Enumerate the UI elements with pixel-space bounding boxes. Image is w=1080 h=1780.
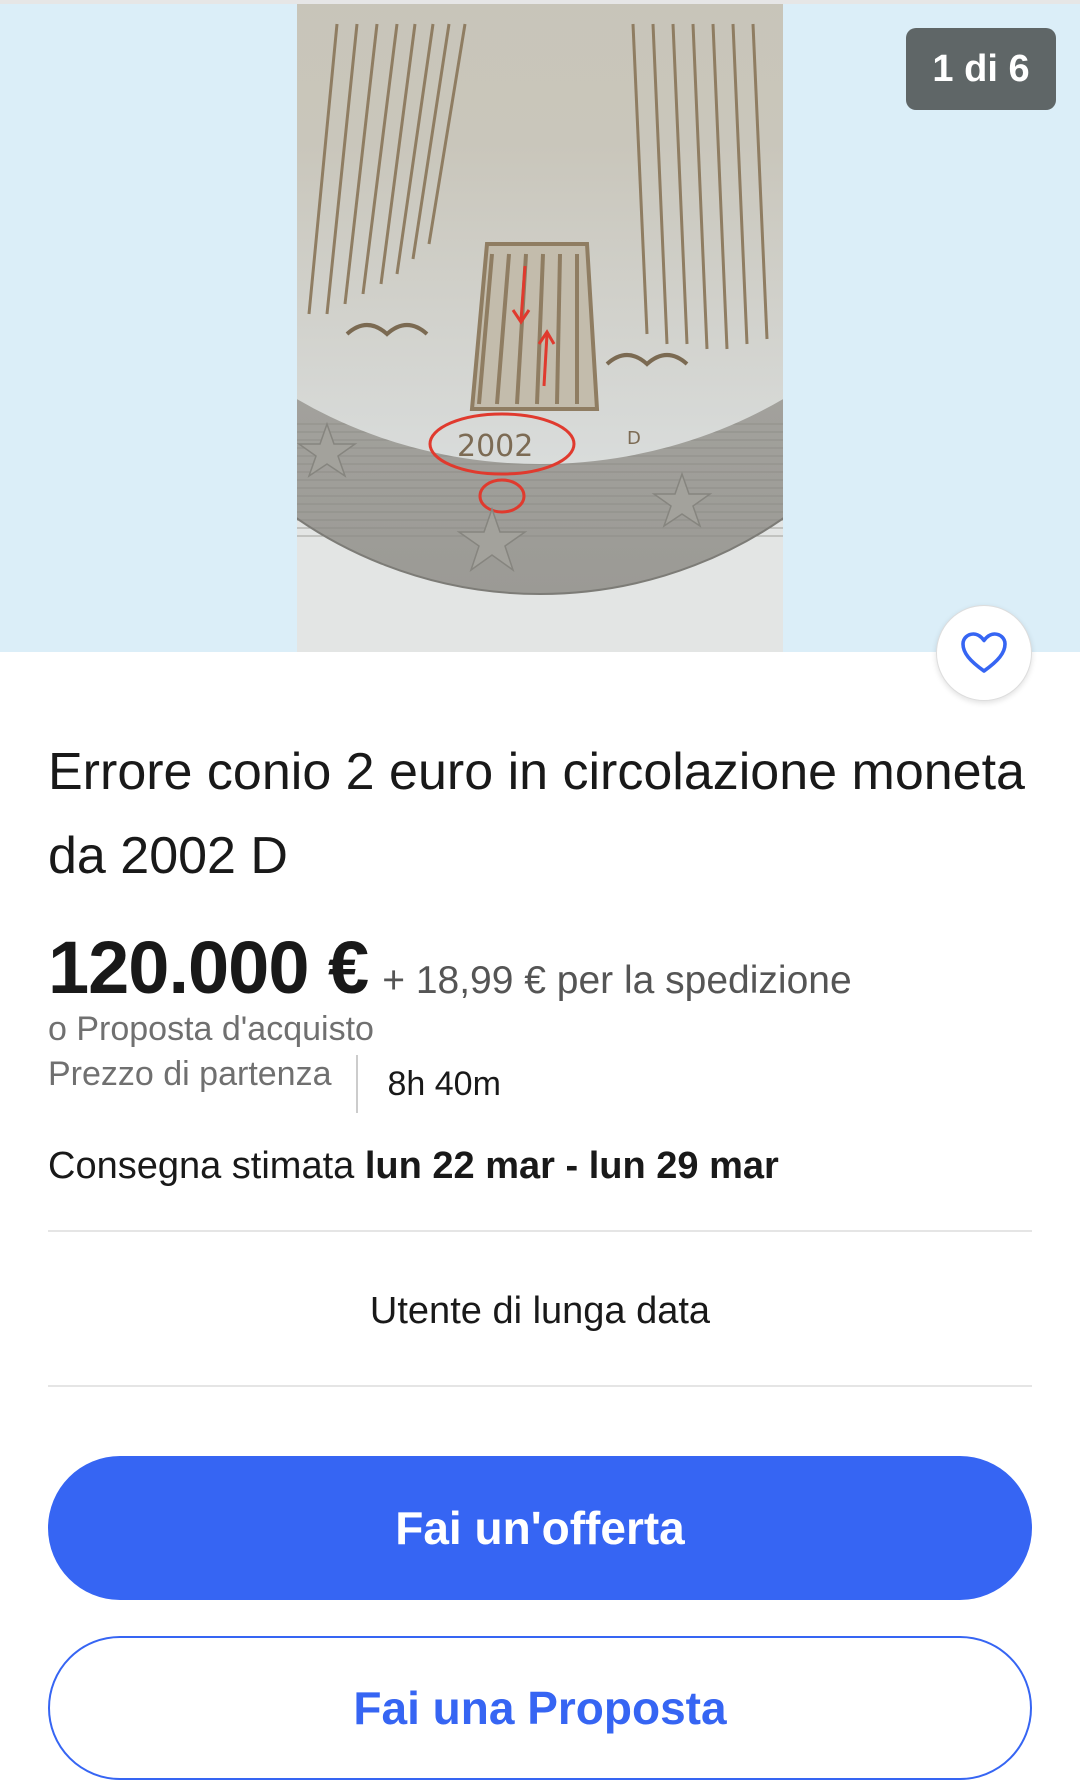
- coin-year: 2002: [457, 429, 533, 464]
- place-bid-button[interactable]: Fai un'offerta: [48, 1456, 1032, 1600]
- delivery-label: Consegna stimata: [48, 1145, 355, 1187]
- make-offer-button[interactable]: Fai una Proposta: [48, 1636, 1032, 1780]
- estimated-delivery: Consegna stimata lun 22 mar - lun 29 mar: [48, 1145, 779, 1188]
- delivery-dates: lun 22 mar - lun 29 mar: [364, 1145, 779, 1187]
- image-gallery[interactable]: 2002 D 1 di 6: [0, 0, 1080, 652]
- listing-price: 120.000 €: [48, 926, 369, 1009]
- divider: [48, 1385, 1032, 1387]
- best-offer-note: o Proposta d'acquisto: [48, 1010, 374, 1048]
- divider: [48, 1230, 1032, 1232]
- coin-image: 2002 D: [297, 4, 783, 652]
- coin-mint-mark: D: [627, 428, 641, 449]
- shipping-cost: + 18,99 € per la spedizione: [382, 959, 852, 1002]
- price-row: 120.000 € + 18,99 € per la spedizione: [48, 925, 1048, 1009]
- listing-format: Prezzo di partenza: [48, 1055, 332, 1093]
- time-left: 8h 40m: [387, 1065, 501, 1103]
- image-counter-badge: 1 di 6: [906, 28, 1056, 110]
- heart-outline-icon: [961, 632, 1007, 673]
- listing-title: Errore conio 2 euro in circolazione mone…: [48, 743, 1025, 885]
- watch-button[interactable]: [936, 605, 1032, 701]
- listing-photo[interactable]: 2002 D: [297, 4, 783, 652]
- listing-meta: Prezzo di partenza 8h 40m: [48, 1055, 501, 1113]
- seller-badge: Utente di lunga data: [369, 1290, 711, 1332]
